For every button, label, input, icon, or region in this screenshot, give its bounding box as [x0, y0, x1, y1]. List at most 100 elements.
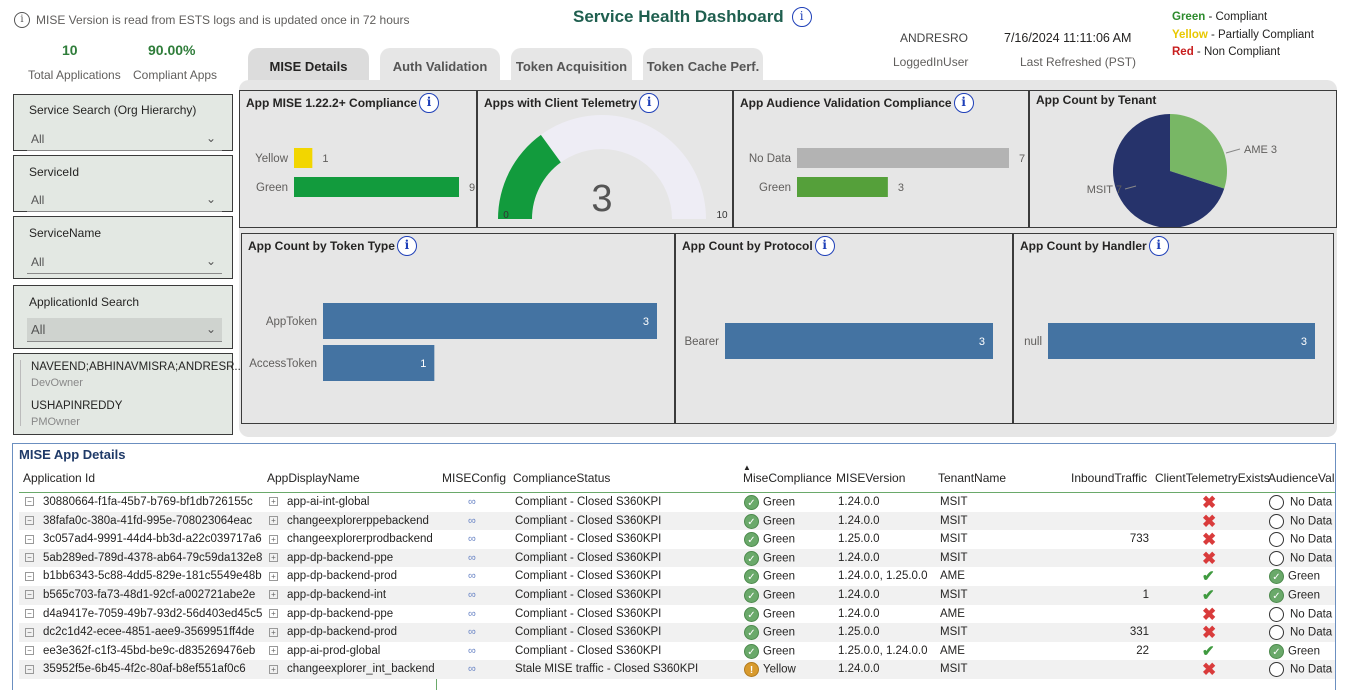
check-circle-icon: ✓ [744, 569, 759, 585]
table-row[interactable]: −35952f5e-6b45-4f2c-80af-b8ef551af0c6 + ch… [19, 660, 1335, 680]
sort-arrow-icon[interactable]: ▲ [743, 463, 751, 472]
column-header[interactable]: MISEVersion [836, 471, 905, 485]
cell-compliance-status: Compliant - Closed S360KPI [515, 533, 662, 546]
collapse-icon[interactable]: − [25, 553, 34, 563]
cell-icon: ✖ [1202, 531, 1216, 550]
link-icon[interactable]: ∞ [468, 515, 476, 527]
red-x-icon: ✖ [1202, 660, 1217, 680]
service-name-slicer[interactable]: ServiceName All ⌄ [13, 216, 233, 279]
column-header[interactable]: Application Id [23, 471, 95, 485]
user-name: ANDRESRO [900, 31, 969, 45]
expand-icon[interactable]: + [269, 590, 278, 600]
info-icon[interactable]: i [14, 12, 30, 28]
link-icon[interactable]: ∞ [468, 645, 476, 657]
owner-name: USHAPINREDDY [31, 400, 123, 412]
warning-circle-icon: ! [744, 662, 759, 678]
column-header[interactable]: MISEConfig [442, 471, 506, 485]
table-row[interactable]: − d4a9417e-7059-49b7-93d2-56d403ed45c5 + ap… [19, 604, 1335, 624]
table-row[interactable]: − ee3e362f-c1f3-45bd-be9c-d835269476eb + ap… [19, 641, 1335, 661]
table-title: MISE App Details [19, 447, 126, 462]
link-icon[interactable]: ∞ [468, 608, 476, 620]
gauge-min-label: 0 [503, 210, 509, 221]
check-circle-icon: ✓ [1269, 588, 1284, 603]
cell-tenant: MSIT [940, 551, 968, 564]
expand-icon[interactable]: + [269, 553, 278, 563]
column-header[interactable]: ComplianceStatus [513, 471, 610, 485]
expand-icon[interactable]: + [269, 516, 278, 526]
cell-audience-validation: No Data [1269, 662, 1332, 678]
category-label: Bearer [684, 336, 719, 348]
collapse-icon[interactable]: − [25, 590, 34, 600]
link-icon[interactable]: ∞ [468, 663, 476, 675]
cell-icon: ✔ [1202, 644, 1215, 661]
cell-icon: + [269, 625, 278, 640]
tab-auth-validation[interactable]: Auth Validation [380, 48, 500, 84]
cell-tenant: MSIT [940, 589, 968, 601]
info-icon[interactable]: i [791, 7, 812, 27]
cell-tenant: AME [940, 607, 965, 620]
service-search-slicer[interactable]: Service Search (Org Hierarchy) All ⌄ [13, 94, 233, 151]
check-circle-icon: ✓ [744, 588, 759, 603]
column-header[interactable]: AudienceVali [1268, 471, 1335, 485]
column-header[interactable]: InboundTraffic [1071, 471, 1147, 485]
expand-icon[interactable]: + [269, 534, 278, 544]
table-row[interactable]: − b565c703-fa73-48d1-92cf-a002721abe2e + ap… [19, 586, 1335, 605]
expand-icon[interactable]: + [269, 664, 278, 674]
data-label: 3 [979, 336, 985, 348]
collapse-icon[interactable]: − [25, 609, 34, 619]
app-id-search-slicer[interactable]: ApplicationId Search All ⌄ [13, 285, 233, 349]
service-id-dropdown[interactable]: All ⌄ [27, 188, 222, 212]
column-header[interactable]: MiseCompliance [743, 471, 832, 485]
collapse-icon[interactable]: − [25, 646, 34, 656]
collapse-icon[interactable]: − [25, 664, 34, 674]
expand-icon[interactable]: + [269, 497, 278, 507]
cell-tenant: MSIT [940, 626, 968, 639]
service-id-slicer[interactable]: ServiceId All ⌄ [13, 155, 233, 212]
expand-icon[interactable]: + [269, 609, 278, 619]
cell-icon: ∞ [468, 644, 476, 659]
tab-mise-details[interactable]: MISE Details [248, 48, 369, 84]
service-name-dropdown[interactable]: All ⌄ [27, 250, 222, 274]
table-row[interactable]: −5ab289ed-789d-4378-ab64-79c59da132e8 + ap… [19, 548, 1335, 568]
table-row[interactable]: −30880664-f1fa-45b7-b769-bf1db726155c + ap… [19, 493, 1335, 512]
link-icon[interactable]: ∞ [468, 570, 476, 582]
table-row[interactable]: − dc2c1d42-ecee-4851-aee9-3569951ff4de + ap… [19, 623, 1335, 642]
cell-audience-validation: No Data [1269, 495, 1332, 511]
red-x-icon: ✖ [1202, 493, 1217, 512]
app-id-search-dropdown[interactable]: All ⌄ [27, 318, 222, 342]
collapse-icon[interactable]: − [25, 627, 34, 637]
cell-audience-validation: No Data [1269, 550, 1333, 567]
link-icon[interactable]: ∞ [468, 552, 476, 564]
column-header[interactable]: TenantName [938, 471, 1006, 485]
expand-icon[interactable]: + [269, 571, 278, 581]
cell-app-id: 3c057ad4-9991-44d4-bb3d-a22c039717a6 [43, 533, 262, 546]
cell-app-id: b1bb6343-5c88-4dd5-829e-181c5549e48b [43, 570, 262, 583]
gauge-value: 3 [591, 178, 612, 220]
table-row[interactable]: −38fafa0c-380a-41fd-995e-708023064eac + ch… [19, 511, 1335, 531]
table-row[interactable]: −3c057ad4-9991-44d4-bb3d-a22c039717a6 + ch… [19, 530, 1335, 550]
cell-text: No Data [1290, 552, 1333, 565]
collapse-icon[interactable]: − [25, 571, 34, 581]
table-row[interactable]: − b1bb6343-5c88-4dd5-829e-181c5549e48b + ap… [19, 567, 1335, 586]
link-icon[interactable]: ∞ [468, 533, 476, 545]
cell-app-name: app-dp-backend-ppe [287, 551, 394, 564]
expand-icon[interactable]: + [269, 646, 278, 656]
column-header[interactable]: AppDisplayName [267, 471, 360, 485]
link-icon[interactable]: ∞ [468, 626, 476, 638]
chevron-down-icon: ⌄ [205, 192, 216, 206]
link-icon[interactable]: ∞ [468, 496, 476, 508]
collapse-icon[interactable]: − [25, 497, 34, 507]
tab-token-cache-perf[interactable]: Token Cache Perf. [643, 48, 763, 84]
cell-tenant: MSIT [940, 496, 968, 508]
tab-token-acquisition[interactable]: Token Acquisition [511, 48, 632, 84]
link-icon[interactable]: ∞ [468, 589, 476, 601]
collapse-icon[interactable]: − [25, 534, 34, 544]
cell-compliance-status: Compliant - Closed S360KPI [515, 496, 662, 508]
check-circle-icon: ✓ [744, 550, 759, 566]
column-header[interactable]: ClientTelemetryExists [1155, 471, 1270, 485]
collapse-icon[interactable]: − [25, 516, 34, 526]
cell-icon: − [25, 644, 34, 659]
service-search-dropdown[interactable]: All ⌄ [27, 127, 222, 151]
bar [294, 177, 459, 197]
expand-icon[interactable]: + [269, 627, 278, 637]
